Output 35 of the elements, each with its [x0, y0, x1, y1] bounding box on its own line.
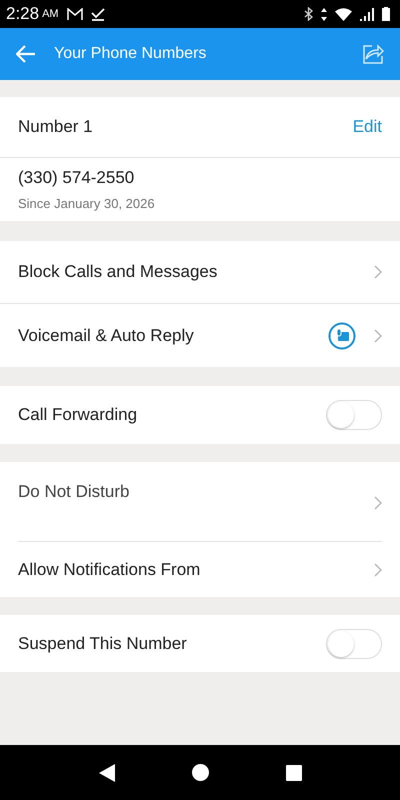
row-label: Do Not Disturb — [18, 482, 130, 502]
chevron-icon — [374, 562, 382, 576]
wifi-icon — [335, 8, 352, 20]
chevron-icon — [374, 265, 382, 279]
since-date: Since January 30, 2026 — [18, 196, 156, 211]
row-label: Suspend This Number — [18, 634, 188, 654]
back-nav-icon[interactable] — [98, 764, 114, 782]
mail-icon — [66, 8, 83, 20]
home-nav-icon[interactable] — [192, 764, 208, 781]
app-bar-title: Your Phone Numbers — [54, 45, 208, 63]
status-time: 2:28 — [6, 4, 40, 24]
back-button[interactable] — [16, 45, 36, 63]
signal-icon — [360, 8, 374, 20]
recents-nav-icon[interactable] — [286, 764, 302, 780]
row-label: Call Forwarding — [18, 405, 138, 425]
settings-row[interactable]: Block Calls and Messages — [0, 241, 400, 303]
chevron-icon — [374, 328, 382, 342]
share-button[interactable] — [362, 43, 384, 65]
settings-row[interactable]: Do Not Disturb — [0, 462, 400, 541]
row-label: Voicemail & Auto Reply — [18, 326, 195, 346]
data-arrows-icon — [321, 8, 327, 20]
settings-row[interactable]: Voicemail & Auto Reply — [0, 304, 400, 367]
voicemail-icon — [328, 322, 356, 350]
row-label: Block Calls and Messages — [18, 262, 218, 282]
number-label: Number 1 — [18, 117, 94, 137]
check-icon — [90, 8, 105, 20]
bluetooth-icon — [304, 7, 313, 21]
battery-icon — [382, 7, 390, 21]
chevron-icon — [374, 496, 382, 510]
toggle-switch[interactable] — [326, 628, 382, 658]
toggle-switch[interactable] — [326, 400, 382, 430]
settings-row[interactable]: Allow Notifications From — [0, 542, 400, 597]
row-label: Allow Notifications From — [18, 560, 202, 580]
phone-number: (330) 574-2550 — [18, 168, 136, 188]
status-ampm: AM — [42, 8, 59, 20]
